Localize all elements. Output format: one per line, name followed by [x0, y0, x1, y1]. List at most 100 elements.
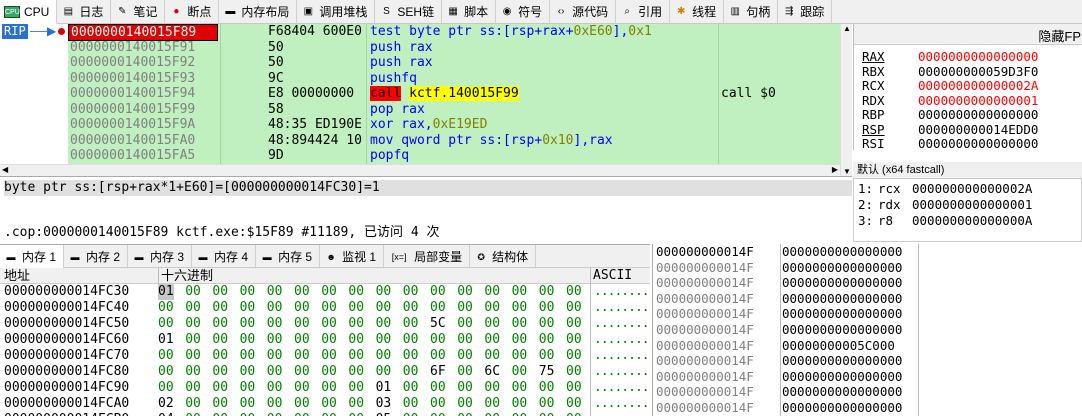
memory-tab-label: 内存 3 [150, 250, 185, 264]
dump-byte: 00 [375, 364, 392, 379]
register-rbp[interactable]: RBP 0000000000000000 [862, 108, 1038, 122]
dump-address: 000000000014FC30 [4, 284, 130, 299]
cpu-icon: CPU [4, 5, 20, 18]
tab-script[interactable]: ▦ 脚本 [442, 0, 497, 24]
tab-source[interactable]: ‹› 源代码 [550, 0, 617, 24]
dump-byte: 00 [294, 300, 310, 315]
disasm-row[interactable]: 0000000140015F9A 48:35 ED190E xor rax,0xE1… [68, 117, 840, 133]
tab-label: SEH链 [397, 5, 435, 19]
dump-byte: 00 [484, 348, 501, 363]
disasm-row[interactable]: 0000000140015F89 F68404 600E0 test byte pt… [68, 24, 840, 41]
dump-byte: 00 [512, 412, 528, 416]
tab-memory-map[interactable]: ▬ 内存布局 [219, 0, 298, 24]
memory-tab-3[interactable]: ▬ 内存 3 [128, 245, 193, 269]
argument-row[interactable]: 2: rdx 0000000000000001 [858, 197, 1032, 213]
stack-view[interactable]: 000000000014F 0000000000000000 00000000001… [652, 244, 1082, 416]
dump-byte: 00 [375, 332, 392, 347]
scroll-down-icon[interactable]: ▼ [843, 167, 851, 176]
register-value: 0000000000000001 [918, 92, 1039, 108]
register-name: RAX [862, 49, 885, 64]
register-rsi[interactable]: RSI 0000000000000000 [862, 137, 1038, 151]
argument-row[interactable]: 3: r8 000000000000000A [858, 213, 1032, 229]
disasm-row[interactable]: 0000000140015FA0 48:894424 10 mov qword pt… [68, 133, 840, 149]
dump-byte: 00 [321, 396, 337, 411]
argument-register: r8 [878, 213, 894, 228]
tab-label: 源代码 [572, 5, 609, 19]
argument-row[interactable]: 1: rcx 000000000000002A [858, 181, 1032, 197]
dump-byte: 05 [376, 412, 392, 416]
scroll-left-icon[interactable]: ◀ [2, 165, 8, 174]
tab-label: 线程 [692, 5, 717, 19]
memory-tab-1[interactable]: ▬ 内存 1 [0, 245, 65, 269]
dump-byte: 00 [511, 380, 528, 395]
register-rax[interactable]: RAX 0000000000000000 [862, 50, 1038, 64]
scroll-up-icon[interactable]: ▲ [843, 24, 851, 33]
argument-index: 2: [858, 197, 874, 212]
memory-tab-4[interactable]: ▬ 内存 4 [192, 245, 257, 269]
disassembly-view[interactable]: RIP ──▶ 0000000140015F89 F68404 600E0 test… [0, 24, 840, 176]
disasm-row[interactable]: 0000000140015F99 58 pop rax [68, 102, 840, 118]
memory-tab-2[interactable]: ▬ 内存 2 [64, 245, 129, 269]
tab-call-stack[interactable]: ▣ 调用堆栈 [297, 0, 376, 24]
tab-references[interactable]: ⌕ 引用 [616, 0, 671, 24]
stack-right-border [918, 244, 919, 416]
tab-handles[interactable]: ▥ 句柄 [724, 0, 779, 24]
register-rbx[interactable]: RBX 000000000059D3F0 [862, 64, 1038, 79]
disasm-row[interactable]: 0000000140015F94 E8 00000000 call kctf.140… [68, 86, 840, 102]
stack-value: 0000000000000000 [780, 259, 903, 276]
dump-byte: 00 [266, 316, 283, 331]
tab-seh[interactable]: S SEH链 [375, 0, 443, 24]
dump-byte: 00 [430, 300, 446, 315]
dump-address: 000000000014FC40 [4, 300, 130, 315]
dump-byte: 00 [212, 396, 229, 411]
memory-tab-label: 结构体 [492, 250, 529, 264]
argument-index: 1: [858, 181, 874, 196]
argument-value: 000000000000002A [912, 181, 1033, 196]
disasm-address: 0000000140015FA0 [70, 132, 196, 148]
hide-fpu-toggle[interactable]: 隐藏FP [1038, 26, 1081, 45]
tab-threads[interactable]: ✱ 线程 [670, 0, 725, 24]
dump-byte: 00 [402, 348, 419, 363]
memory-tab-5[interactable]: ▬ 内存 5 [256, 245, 321, 269]
memory-tab-6[interactable]: ☻ 监视 1 [320, 245, 385, 269]
stack-value: 0000000000000000 [780, 306, 903, 322]
disasm-bytes: 48:894424 10 [268, 132, 362, 148]
tab-symbols[interactable]: ◉ 符号 [496, 0, 551, 24]
dump-byte: 00 [539, 412, 555, 416]
disassembly-horizontal-scrollbar[interactable]: ◀ ▶ [0, 164, 840, 176]
tab-log[interactable]: ▤ 日志 [57, 0, 112, 24]
disasm-row[interactable]: 0000000140015FA5 9D popfq [68, 148, 840, 164]
source-icon: ‹› [557, 6, 565, 17]
dump-byte: 00 [484, 380, 501, 395]
register-value: 0000000000000000 [918, 136, 1039, 151]
stack-value: 0000000000000000 [780, 353, 903, 369]
calling-convention-select[interactable]: 默认 (x64 fastcall) [853, 162, 1082, 178]
tab-notes[interactable]: ✎ 笔记 [111, 0, 166, 24]
register-rcx[interactable]: RCX 000000000000002A [862, 79, 1038, 93]
register-rdx[interactable]: RDX 0000000000000001 [862, 92, 1039, 108]
dump-byte: 00 [348, 284, 365, 299]
tab-trace[interactable]: ⇶ 跟踪 [778, 0, 833, 24]
memory-dump-view[interactable]: 地址 十六进制 ASCII 000000000014FC30 01 00 00 00 00… [0, 268, 650, 416]
dump-byte: 00 [158, 348, 174, 363]
dump-byte: 00 [212, 348, 229, 363]
disasm-row[interactable]: 0000000140015F91 50 push rax [68, 40, 840, 56]
tab-breakpoint[interactable]: ● 断点 [165, 0, 220, 24]
dump-byte: 00 [185, 332, 201, 347]
disasm-row[interactable]: 0000000140015F93 9C pushfq [68, 71, 840, 87]
dump-byte: 00 [538, 380, 555, 395]
register-rsp[interactable]: RSP 000000000014EDD0 [862, 122, 1038, 137]
disassembly-vertical-scrollbar[interactable]: ▲ ▼ [840, 24, 852, 176]
breakpoint-dot-icon[interactable] [58, 28, 65, 35]
scroll-right-icon[interactable]: ▶ [832, 165, 838, 174]
watch-icon: ☻ [326, 252, 336, 262]
dump-byte: 00 [294, 396, 310, 411]
memory-tab-8[interactable]: ✪ 结构体 [470, 245, 537, 269]
dump-byte: 00 [375, 348, 392, 363]
dump-header-ascii: ASCII [590, 268, 632, 284]
tab-cpu[interactable]: CPU CPU [0, 0, 58, 24]
memory-tab-7[interactable]: [x=] 局部变量 [384, 245, 471, 269]
trace-icon: ⇶ [785, 6, 794, 17]
disasm-row[interactable]: 0000000140015F92 50 push rax [68, 55, 840, 71]
dump-address: 000000000014FC60 [4, 332, 130, 347]
